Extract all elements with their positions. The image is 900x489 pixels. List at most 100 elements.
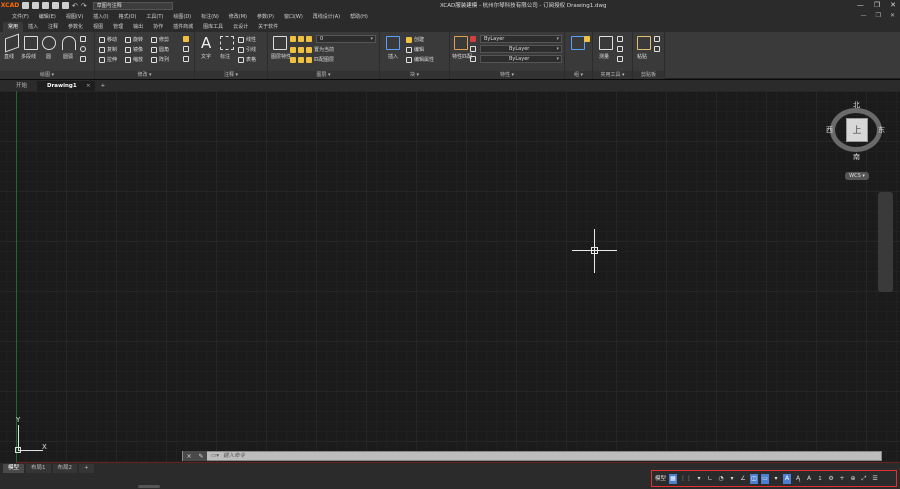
grid-icon[interactable]: ▦	[669, 473, 678, 484]
text-button[interactable]: 文字	[201, 53, 211, 60]
menu-parametric[interactable]: 参数(P)	[252, 13, 279, 20]
move-icon[interactable]	[99, 36, 105, 43]
doc-close-icon[interactable]: ✕	[890, 12, 895, 19]
layer-tool-icon[interactable]	[290, 46, 296, 53]
undo-icon[interactable]: ↶	[72, 2, 78, 10]
print-icon[interactable]	[62, 2, 69, 9]
menu-insert[interactable]: 插入(I)	[88, 13, 113, 20]
snap-icon[interactable]: ⋮⋮	[680, 474, 692, 484]
redo-icon[interactable]: ↷	[81, 2, 87, 10]
stretch-icon[interactable]	[99, 56, 105, 63]
edit-attribute-icon[interactable]	[406, 56, 412, 63]
sun-icon[interactable]	[298, 36, 304, 42]
layout-tab-layout1[interactable]: 布局1	[26, 464, 51, 473]
pencil-icon[interactable]	[183, 36, 189, 42]
trim-button[interactable]: 修剪	[159, 36, 169, 43]
compass-east[interactable]: 东	[878, 125, 885, 135]
new-tab-button[interactable]: +	[95, 81, 112, 91]
create-block-icon[interactable]	[406, 36, 412, 43]
menu-file[interactable]: 文件(F)	[7, 13, 34, 20]
tab-close-icon[interactable]: ×	[86, 81, 91, 91]
horizontal-scrollbar[interactable]	[138, 485, 160, 488]
layer-properties-icon[interactable]	[273, 36, 287, 50]
customize-menu-icon[interactable]: ☰	[871, 474, 879, 484]
menu-tools[interactable]: 工具(T)	[141, 13, 168, 20]
annotation-visibility-icon[interactable]: A	[783, 473, 792, 484]
menu-online-design[interactable]: 再线设计(A)	[308, 13, 345, 20]
array-icon[interactable]	[151, 56, 157, 63]
open-file-icon[interactable]	[32, 2, 39, 9]
layout-tab-layout2[interactable]: 布局2	[52, 464, 78, 473]
annotation-autoscale-icon[interactable]: Ą	[794, 474, 802, 484]
leader-icon[interactable]	[238, 46, 244, 53]
utility-2-icon[interactable]	[617, 46, 623, 52]
trim-icon[interactable]	[151, 36, 157, 43]
cut-clip-icon[interactable]	[654, 46, 660, 52]
ortho-icon[interactable]: ∟	[706, 474, 714, 484]
scale-icon[interactable]	[125, 56, 131, 63]
line-button[interactable]: 直线	[4, 53, 14, 60]
compass-west[interactable]: 西	[826, 125, 833, 135]
menu-help[interactable]: 帮助(H)	[345, 13, 373, 20]
isodraft-icon[interactable]: ▾	[728, 474, 736, 484]
ribbon-tab-home[interactable]: 常用	[3, 22, 24, 32]
otrack-icon[interactable]: ∠	[739, 474, 747, 484]
edit-block-icon[interactable]	[406, 46, 412, 53]
isolate-icon[interactable]: ⊕	[849, 474, 857, 484]
osnap-icon[interactable]: ◫	[750, 473, 759, 484]
polyline-icon[interactable]	[24, 36, 38, 50]
compass-south[interactable]: 南	[853, 152, 860, 162]
block-panel-title[interactable]: 块 ▾	[380, 71, 449, 79]
compass-north[interactable]: 北	[853, 100, 860, 110]
maximize-icon[interactable]: ❐	[874, 1, 880, 9]
ribbon-tab-library[interactable]: 图库工具	[198, 22, 228, 32]
transparency-icon[interactable]: ▾	[772, 474, 780, 484]
doc-minimize-icon[interactable]: —	[861, 12, 867, 19]
copy-icon[interactable]	[99, 46, 105, 53]
layout-tab-model[interactable]: 模型	[3, 464, 25, 473]
arc-button[interactable]: 圆弧	[63, 53, 73, 60]
add-icon[interactable]: +	[838, 474, 846, 484]
utility-1-icon[interactable]	[617, 36, 623, 42]
insert-block-icon[interactable]	[386, 36, 400, 50]
view-cube[interactable]: 上 北 南 东 西	[826, 100, 885, 162]
ribbon-tab-cloud[interactable]: 云设计	[228, 22, 253, 32]
explode-icon[interactable]	[183, 46, 189, 52]
circle-icon[interactable]	[42, 36, 56, 50]
match-layer-button[interactable]: 匹配图层	[314, 56, 334, 63]
menu-format[interactable]: 格式(O)	[114, 13, 142, 20]
ribbon-tab-parametric[interactable]: 参数化	[63, 22, 88, 32]
line-icon[interactable]	[5, 33, 19, 53]
menu-modify[interactable]: 修改(M)	[224, 13, 252, 20]
mirror-button[interactable]: 镜像	[133, 46, 143, 53]
layer-select[interactable]: 0 ▾	[316, 35, 376, 43]
utilities-panel-title[interactable]: 实用工具 ▾	[593, 71, 632, 79]
layer-tool-3-icon[interactable]	[306, 46, 312, 53]
hatch-icon[interactable]	[80, 56, 86, 62]
color-select[interactable]: ByLayer ▾	[480, 35, 562, 43]
app-logo[interactable]: XCAD	[0, 0, 20, 11]
ribbon-tab-insert[interactable]: 插入	[23, 22, 43, 32]
polar-icon[interactable]: ◔	[717, 474, 725, 484]
tab-start[interactable]: 开始	[6, 81, 37, 91]
ribbon-tab-collaborate[interactable]: 协作	[148, 22, 168, 32]
polyline-button[interactable]: 多段线	[21, 53, 36, 60]
layout-tab-add[interactable]: +	[79, 464, 94, 473]
rectangle-icon[interactable]	[80, 36, 86, 42]
wcs-menu[interactable]: WCS ▾	[845, 172, 869, 180]
layer-properties-button[interactable]: 图层特性	[271, 53, 291, 60]
linetype-select[interactable]: ByLayer ▾	[480, 45, 562, 53]
make-current-button[interactable]: 置为当前	[314, 46, 334, 53]
ribbon-tab-annotate[interactable]: 注释	[43, 22, 63, 32]
clean-screen-icon[interactable]: ⤢	[860, 474, 868, 484]
drawing-canvas[interactable]	[0, 91, 900, 463]
properties-panel-title[interactable]: 特性 ▾	[450, 71, 564, 79]
snap-menu-icon[interactable]: ▾	[695, 474, 703, 484]
ribbon-tab-view[interactable]: 视图	[88, 22, 108, 32]
lineweight-select[interactable]: ByLayer ▾	[480, 55, 562, 63]
arc-icon[interactable]	[62, 36, 76, 50]
tab-drawing1[interactable]: Drawing1 ×	[37, 81, 95, 91]
ribbon-tab-manage[interactable]: 管理	[108, 22, 128, 32]
layers-panel-title[interactable]: 图层 ▾	[268, 71, 379, 79]
ribbon-tab-output[interactable]: 输出	[128, 22, 148, 32]
